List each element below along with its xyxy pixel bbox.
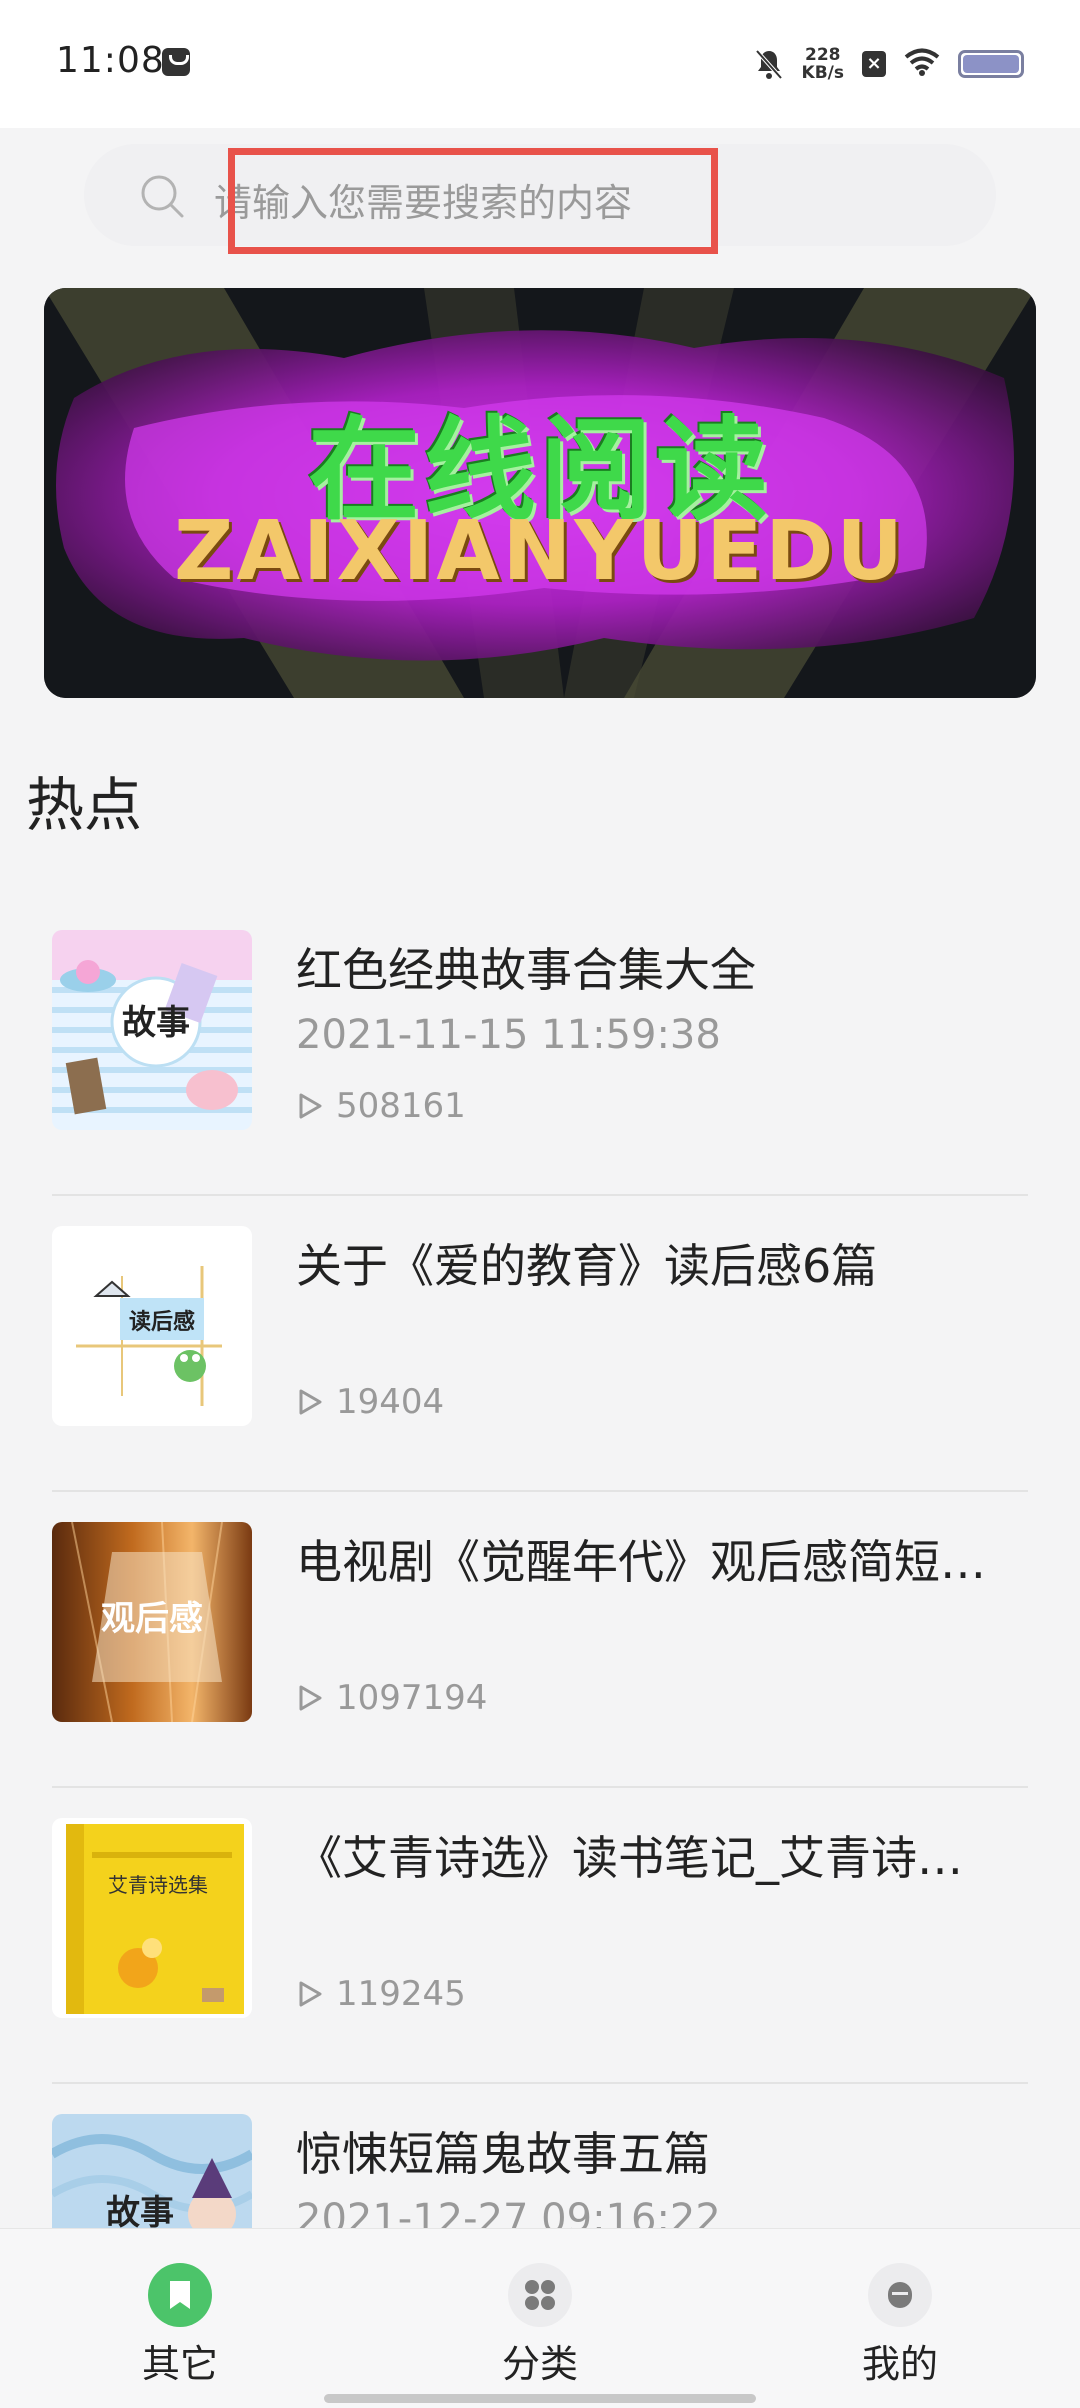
section-title: 热点 (26, 771, 143, 839)
thumbnail-story: 故事 (52, 930, 252, 1130)
nav-category[interactable]: 分类 (470, 2263, 610, 2388)
thumbnail-review: 观后感 (52, 1522, 252, 1722)
item-title: 《艾青诗选》读书笔记_艾青诗选… (296, 1831, 996, 1885)
bell-muted-icon (754, 48, 784, 80)
nav-other[interactable]: 其它 (110, 2263, 250, 2388)
view-count: 508161 (336, 1086, 466, 1126)
status-time: 11:08 (56, 40, 165, 81)
grid-icon (508, 2263, 572, 2327)
thumbnail-book: 艾青诗选集 (52, 1818, 252, 2018)
view-count: 19404 (336, 1382, 445, 1422)
nav-label: 我的 (861, 2342, 938, 2386)
list-item[interactable]: 读后感 关于《爱的教育》读后感6篇 19404 (0, 1196, 1080, 1492)
network-speed: 228 KB/s (802, 46, 844, 82)
item-date: 2021-11-15 11:59:38 (296, 1012, 721, 1058)
status-bar: 11:08 228 KB/s × (0, 0, 1080, 128)
item-views: 19404 (296, 1382, 444, 1422)
list-item[interactable]: 故事 红色经典故事合集大全 2021-11-15 11:59:38 508161 (0, 900, 1080, 1196)
play-icon (299, 1093, 322, 1119)
battery-icon (958, 50, 1024, 78)
thumbnail-reading-notes: 读后感 (52, 1226, 252, 1426)
view-count: 119245 (336, 1974, 466, 2014)
wifi-icon (904, 48, 940, 80)
item-views: 119245 (296, 1974, 466, 2014)
home-indicator[interactable] (324, 2394, 756, 2403)
banner-title-en: ZAIXIANYUEDU (174, 504, 906, 599)
play-icon (299, 1685, 322, 1711)
view-count: 1097194 (336, 1678, 488, 1718)
nav-label: 分类 (501, 2342, 578, 2386)
thumb-text: 读后感 (129, 1309, 195, 1335)
thumb-text: 艾青诗选集 (108, 1873, 208, 1897)
item-title: 电视剧《觉醒年代》观后感简短… (296, 1535, 986, 1589)
thumb-text: 观后感 (101, 1599, 203, 1639)
highlight-annotation (228, 148, 718, 254)
network-speed-value: 228 (805, 45, 841, 65)
item-title: 红色经典故事合集大全 (296, 943, 756, 997)
status-icons: 228 KB/s × (754, 40, 1024, 88)
item-title: 关于《爱的教育》读后感6篇 (296, 1239, 878, 1293)
item-views: 508161 (296, 1086, 466, 1126)
bottom-nav: 其它 分类 我的 (0, 2228, 1080, 2408)
notification-app-icon (162, 48, 190, 76)
network-speed-unit: KB/s (801, 63, 844, 83)
no-sim-icon: × (862, 51, 886, 77)
play-icon (299, 1389, 322, 1415)
search-icon (138, 172, 186, 220)
item-title: 惊悚短篇鬼故事五篇 (296, 2127, 710, 2181)
thumb-text: 故事 (106, 2193, 174, 2233)
nav-mine[interactable]: 我的 (830, 2263, 970, 2388)
play-icon (299, 1981, 322, 2007)
banner[interactable]: 在线阅读 ZAIXIANYUEDU (44, 288, 1036, 698)
thumb-text: 故事 (122, 1003, 190, 1043)
nav-label: 其它 (141, 2342, 218, 2386)
list-item[interactable]: 艾青诗选集 《艾青诗选》读书笔记_艾青诗选… 119245 (0, 1788, 1080, 2084)
bookmark-icon (148, 2263, 212, 2327)
list-item[interactable]: 观后感 电视剧《觉醒年代》观后感简短… 1097194 (0, 1492, 1080, 1788)
item-views: 1097194 (296, 1678, 487, 1718)
article-list: 故事 红色经典故事合集大全 2021-11-15 11:59:38 508161… (0, 900, 1080, 2380)
profile-icon (868, 2263, 932, 2327)
